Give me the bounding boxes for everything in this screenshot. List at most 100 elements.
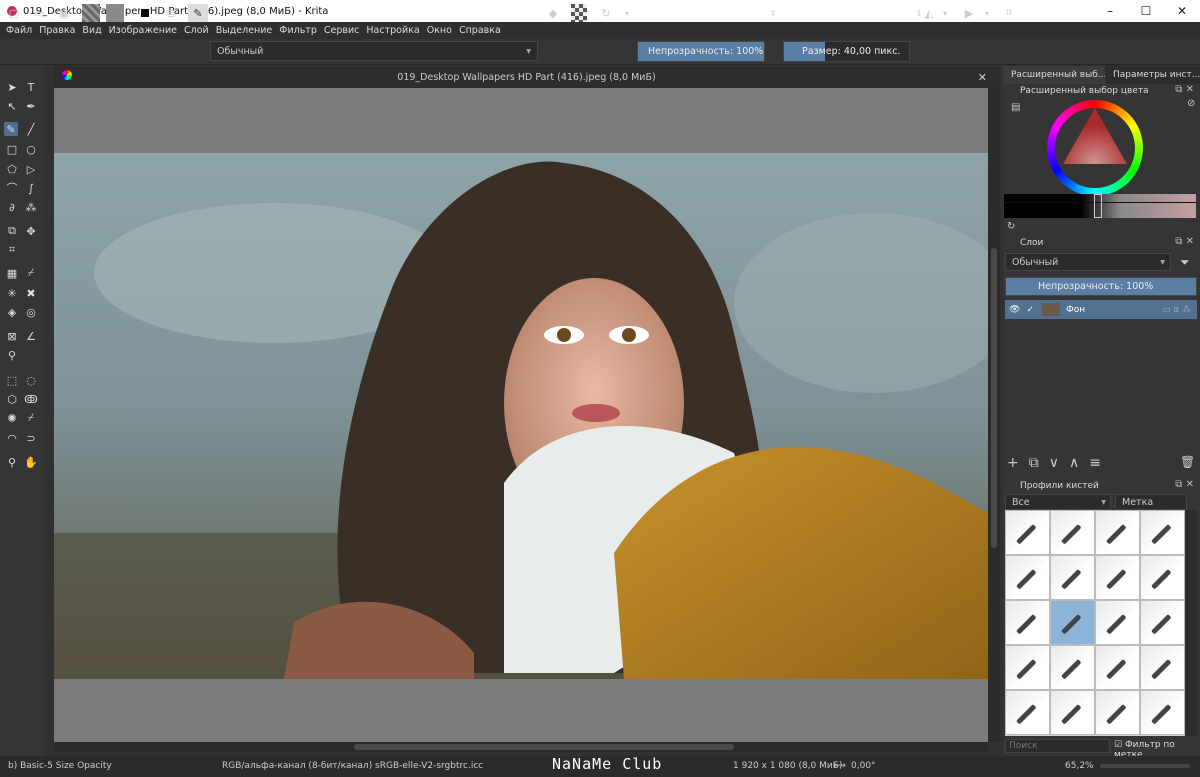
eye-icon[interactable]: 👁 — [1009, 305, 1020, 315]
pattern-preset-icon[interactable] — [106, 4, 124, 22]
document-tab[interactable]: 019_Desktop Wallpapers HD Part (416).jpe… — [54, 66, 999, 88]
maximize-button[interactable]: ☐ — [1128, 0, 1164, 22]
add-layer-icon[interactable]: + — [1007, 455, 1019, 471]
transform-tool-icon[interactable]: ⧉ — [5, 224, 19, 238]
fg-bg-color-icon[interactable] — [136, 4, 154, 22]
float-close-icon[interactable]: ⧉ ✕ — [1175, 84, 1194, 95]
chevron-down-icon[interactable]: ▾ — [982, 4, 992, 22]
horizontal-scrollbar[interactable] — [54, 742, 988, 752]
multibrush-icon[interactable]: ⁂ — [24, 200, 38, 214]
bezier-select-icon[interactable]: ◠ — [5, 431, 19, 445]
scroll-handle[interactable] — [991, 248, 997, 548]
size-slider[interactable]: Размер: 40,00 пикс. — [783, 41, 910, 62]
ellipse-tool-icon[interactable]: ○ — [24, 142, 38, 156]
crop-tool-icon[interactable]: ⌗ — [5, 243, 19, 257]
brush-preset[interactable] — [1005, 690, 1050, 735]
zoom-slider[interactable] — [1100, 764, 1190, 768]
brush-preset[interactable] — [1140, 510, 1185, 555]
brush-scrollbar[interactable] — [1185, 510, 1197, 736]
similar-select-icon[interactable]: ⌿ — [24, 411, 38, 425]
brush-preset[interactable] — [1050, 555, 1095, 600]
brush-settings-icon[interactable]: ≣ — [162, 4, 180, 22]
open-document-icon[interactable]: ▭ — [31, 4, 47, 22]
lasso-select-icon[interactable]: ↂ — [24, 392, 38, 406]
color-gradient-bars[interactable] — [1004, 194, 1196, 218]
blend-mode-select[interactable]: Обычный ▾ — [210, 41, 538, 61]
brush-tag-button[interactable]: Метка — [1115, 494, 1187, 510]
smart-patch-icon[interactable]: ✖ — [24, 286, 38, 300]
close-document-icon[interactable]: ✕ — [978, 71, 987, 84]
brush-preset[interactable] — [1095, 510, 1140, 555]
pan-tool-icon[interactable]: ✋ — [24, 455, 38, 469]
assistant-tool-icon[interactable]: ⊠ — [5, 329, 19, 343]
brush-preset[interactable] — [1140, 690, 1185, 735]
eraser-icon[interactable]: ◆ — [545, 4, 561, 22]
reference-tool-icon[interactable]: ⚲ — [5, 348, 19, 362]
opacity-spin-icon[interactable]: ⇕ — [768, 4, 778, 22]
select-shapes-icon[interactable]: ➤ — [5, 80, 19, 94]
minimize-button[interactable]: – — [1092, 0, 1128, 22]
alpha-lock-icon[interactable] — [571, 4, 587, 22]
move-up-icon[interactable]: ∧ — [1069, 455, 1079, 471]
menu-image[interactable]: Изображение — [109, 25, 177, 36]
tab-advanced-color[interactable]: Расширенный выб... — [1003, 66, 1105, 84]
move-down-icon[interactable]: ∨ — [1049, 455, 1059, 471]
layer-filter-icon[interactable]: ⏷ — [1180, 255, 1190, 270]
opacity-slider[interactable]: Непрозрачность: 100% — [637, 41, 765, 62]
brush-preset[interactable] — [1095, 690, 1140, 735]
brush-preset[interactable] — [1050, 510, 1095, 555]
brush-preset[interactable] — [1005, 510, 1050, 555]
duplicate-layer-icon[interactable]: ⧉ — [1029, 455, 1039, 471]
polygon-tool-icon[interactable]: ⬠ — [5, 162, 19, 176]
menu-select[interactable]: Выделение — [216, 25, 273, 36]
mirror-horizontal-icon[interactable]: ◭ — [920, 4, 938, 22]
menu-layer[interactable]: Слой — [184, 25, 209, 36]
no-color-icon[interactable]: ⊘ — [1187, 98, 1195, 109]
float-close-icon[interactable]: ⧉ ✕ — [1175, 479, 1194, 490]
chevron-down-icon[interactable]: ▾ — [940, 4, 950, 22]
brush-preset-selected[interactable] — [1050, 600, 1095, 645]
measure-tool-icon[interactable]: ∠ — [24, 329, 38, 343]
layer-props-icon[interactable]: ▭ α ⁂ — [1162, 305, 1191, 315]
brush-filter-select[interactable]: Все ▾ — [1005, 494, 1111, 510]
reload-preset-icon[interactable]: ↻ — [597, 4, 615, 22]
polyline-tool-icon[interactable]: ▷ — [24, 162, 38, 176]
rect-select-icon[interactable]: ⬚ — [5, 373, 19, 387]
chevron-down-icon[interactable]: ▾ — [622, 4, 632, 22]
layer-blend-select[interactable]: Обычный ▾ — [1005, 253, 1171, 271]
polygon-select-icon[interactable]: ⬡ — [5, 392, 19, 406]
brush-preset[interactable] — [1095, 645, 1140, 690]
mirror-vertical-icon[interactable]: ▶ — [960, 4, 978, 22]
menu-tools[interactable]: Сервис — [324, 25, 360, 36]
layer-properties-icon[interactable]: ≡ — [1089, 455, 1101, 471]
bezier-tool-icon[interactable]: ⌒ — [5, 181, 19, 195]
enclose-fill-icon[interactable]: ◎ — [24, 305, 38, 319]
brush-preset[interactable] — [1095, 555, 1140, 600]
calligraphy-icon[interactable]: ✒ — [24, 99, 38, 113]
line-tool-icon[interactable]: ╱ — [24, 122, 38, 136]
brush-preset[interactable] — [1140, 600, 1185, 645]
gradient-preset-icon[interactable] — [82, 4, 100, 22]
menu-view[interactable]: Вид — [82, 25, 101, 36]
freehand-path-icon[interactable]: ∫ — [24, 181, 38, 195]
contiguous-select-icon[interactable]: ✺ — [5, 411, 19, 425]
brush-preset-icon[interactable]: ✎ — [188, 4, 208, 22]
menu-edit[interactable]: Правка — [39, 25, 75, 36]
magnetic-select-icon[interactable]: ⊃ — [24, 431, 38, 445]
save-document-icon[interactable]: ▣ — [56, 4, 72, 22]
rotate-icon[interactable]: ⟷ — [833, 761, 846, 771]
menu-file[interactable]: Файл — [6, 25, 32, 36]
fill-tool-icon[interactable]: ◈ — [5, 305, 19, 319]
brush-preset[interactable] — [1050, 690, 1095, 735]
dynamic-brush-icon[interactable]: ∂ — [5, 200, 19, 214]
delete-layer-icon[interactable]: 🗑 — [1180, 455, 1195, 469]
close-window-button[interactable]: ✕ — [1164, 0, 1200, 22]
menu-filter[interactable]: Фильтр — [279, 25, 317, 36]
layer-row[interactable]: 👁 ✓ Фон ▭ α ⁂ — [1005, 300, 1197, 319]
color-picker-icon[interactable]: ⌿ — [24, 266, 38, 280]
new-document-icon[interactable]: ▢ — [6, 4, 22, 22]
move-tool-icon[interactable]: ✥ — [24, 224, 38, 238]
brush-preset[interactable] — [1050, 645, 1095, 690]
brush-preset[interactable] — [1140, 555, 1185, 600]
menu-settings[interactable]: Настройка — [366, 25, 419, 36]
